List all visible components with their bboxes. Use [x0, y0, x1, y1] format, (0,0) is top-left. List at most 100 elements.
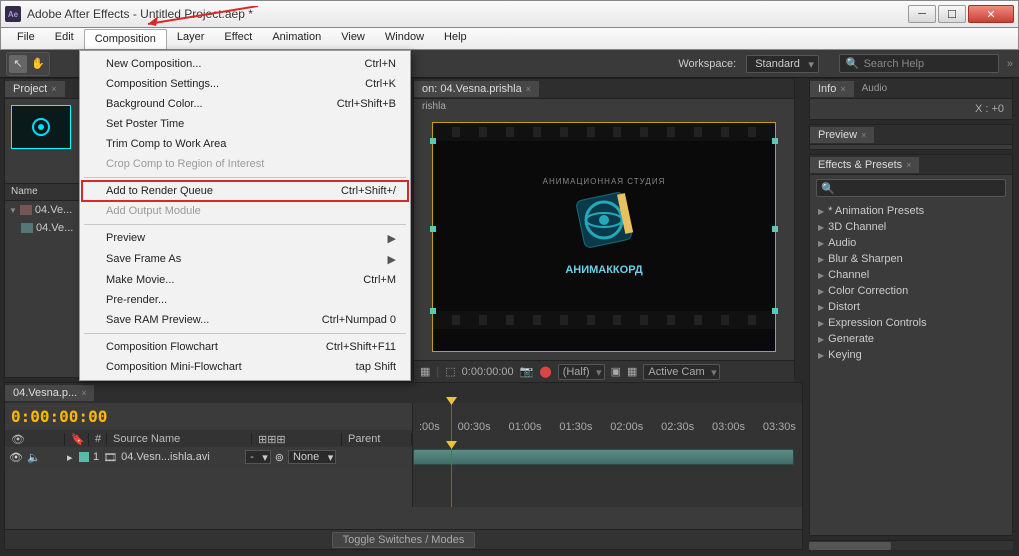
toggle-switches-button[interactable]: Toggle Switches / Modes — [332, 532, 476, 548]
menu-edit[interactable]: Edit — [45, 28, 84, 49]
project-tab[interactable]: Project × — [5, 81, 65, 97]
playhead-line[interactable] — [451, 447, 452, 507]
label-swatch[interactable] — [79, 452, 89, 462]
camera-dropdown[interactable]: Active Cam — [643, 364, 719, 380]
close-icon[interactable]: × — [840, 84, 845, 94]
close-icon[interactable]: × — [51, 84, 56, 94]
effects-category[interactable]: ▶3D Channel — [810, 219, 1012, 235]
composition-viewer[interactable]: АНИМАЦИОННАЯ СТУДИЯ АНИМАККОРД — [432, 122, 776, 352]
menu-layer[interactable]: Layer — [167, 28, 215, 49]
menu-item-composition-mini-flowchart[interactable]: Composition Mini-Flowcharttap Shift — [82, 357, 408, 377]
effects-category[interactable]: ▶* Animation Presets — [810, 203, 1012, 219]
info-tab-label: Info — [818, 83, 836, 95]
effects-category[interactable]: ▶Audio — [810, 235, 1012, 251]
menu-file[interactable]: File — [7, 28, 45, 49]
menu-item-composition-flowchart[interactable]: Composition FlowchartCtrl+Shift+F11 — [82, 337, 408, 357]
mode-dropdown[interactable]: - — [245, 450, 271, 464]
effects-search-input[interactable]: 🔍 — [816, 179, 1006, 197]
effects-category[interactable]: ▶Color Correction — [810, 283, 1012, 299]
ruler-tick: 02:00s — [610, 421, 643, 433]
project-column-header[interactable]: Name — [5, 183, 79, 201]
timeline-tab[interactable]: 04.Vesna.p...× — [5, 385, 94, 401]
menu-window[interactable]: Window — [375, 28, 434, 49]
menu-item-preview[interactable]: Preview▶ — [82, 228, 408, 249]
composition-tab[interactable]: on: 04.Vesna.prishla × — [414, 81, 539, 97]
effects-category[interactable]: ▶Blur & Sharpen — [810, 251, 1012, 267]
close-icon[interactable]: × — [906, 160, 911, 170]
playhead[interactable] — [451, 403, 452, 447]
preview-tab-label: Preview — [818, 129, 857, 141]
time-ruler[interactable]: :00s00:30s01:00s01:30s02:00s02:30s03:00s… — [413, 403, 802, 447]
snapshot-icon[interactable]: 📷 — [520, 365, 534, 378]
menu-view[interactable]: View — [331, 28, 375, 49]
close-icon[interactable]: × — [861, 130, 866, 140]
menu-item-trim-comp-to-work-area[interactable]: Trim Comp to Work Area — [82, 134, 408, 154]
menu-item-save-ram-preview[interactable]: Save RAM Preview...Ctrl+Numpad 0 — [82, 310, 408, 330]
info-tab[interactable]: Info × — [810, 81, 854, 97]
chevron-right-icon: ▶ — [818, 239, 824, 248]
project-thumbnail[interactable] — [11, 105, 71, 149]
menu-item-save-frame-as[interactable]: Save Frame As▶ — [82, 249, 408, 270]
minimize-button[interactable]: ─ — [908, 5, 936, 23]
close-icon[interactable]: × — [81, 388, 86, 398]
search-icon: 🔍 — [846, 57, 860, 70]
menu-item-set-poster-time[interactable]: Set Poster Time — [82, 114, 408, 134]
pickwhip-icon[interactable]: ⊚ — [275, 451, 284, 464]
av-column: 👁 — [5, 433, 65, 446]
menu-help[interactable]: Help — [434, 28, 477, 49]
project-item[interactable]: ▼ 04.Ve... — [5, 201, 79, 219]
layer-row[interactable]: 👁 🔈 ▸ 1 🎞 04.Vesn...ishla.avi - ⊚ None — [5, 447, 412, 467]
filmstrip-top — [433, 123, 775, 141]
right-scrollbar[interactable] — [809, 540, 1013, 550]
menu-item-make-movie[interactable]: Make Movie...Ctrl+M — [82, 270, 408, 290]
hand-tool-icon[interactable]: ✋ — [29, 55, 47, 73]
preview-panel: Preview × — [809, 124, 1013, 150]
toolbar-overflow-icon[interactable]: » — [1007, 58, 1013, 70]
composition-breadcrumb[interactable]: rishla — [414, 99, 794, 114]
channels-icon[interactable]: ⬤ — [539, 365, 551, 378]
folder-icon — [20, 205, 32, 215]
effects-tab[interactable]: Effects & Presets× — [810, 157, 919, 173]
menu-item-add-to-render-queue[interactable]: Add to Render QueueCtrl+Shift+/ — [82, 181, 408, 201]
menu-item-new-composition[interactable]: New Composition...Ctrl+N — [82, 54, 408, 74]
search-help-input[interactable]: 🔍 Search Help — [839, 54, 999, 73]
speaker-icon[interactable]: 🔈 — [27, 451, 41, 464]
timecode-display[interactable]: 0:00:00:00 — [462, 366, 514, 378]
menu-item-pre-render[interactable]: Pre-render... — [82, 290, 408, 310]
menu-item-composition-settings[interactable]: Composition Settings...Ctrl+K — [82, 74, 408, 94]
source-name-column[interactable]: Source Name — [107, 433, 252, 445]
close-icon[interactable]: × — [526, 84, 531, 94]
region-icon[interactable]: ▣ — [611, 365, 621, 378]
effects-category[interactable]: ▶Keying — [810, 347, 1012, 363]
effects-category[interactable]: ▶Generate — [810, 331, 1012, 347]
transparency-icon[interactable]: ▦ — [627, 365, 637, 378]
effects-category[interactable]: ▶Channel — [810, 267, 1012, 283]
mask-icon[interactable]: ⬚ — [445, 365, 455, 378]
menu-item-background-color[interactable]: Background Color...Ctrl+Shift+B — [82, 94, 408, 114]
workspace-dropdown[interactable]: Standard — [746, 55, 819, 73]
logo-text-bottom: АНИМАККОРД — [565, 264, 642, 276]
preview-tab[interactable]: Preview × — [810, 127, 874, 143]
menu-separator — [84, 224, 406, 225]
timeline-tracks[interactable] — [413, 447, 802, 507]
timeline-timecode[interactable]: 0:00:00:00 — [5, 403, 412, 430]
maximize-button[interactable]: ☐ — [938, 5, 966, 23]
resolution-dropdown[interactable]: (Half) — [558, 364, 605, 380]
menu-effect[interactable]: Effect — [214, 28, 262, 49]
audio-tab[interactable]: Audio — [854, 81, 896, 96]
selection-tool-icon[interactable]: ↖ — [9, 55, 27, 73]
menu-composition[interactable]: Composition — [84, 29, 167, 49]
effects-category[interactable]: ▶Distort — [810, 299, 1012, 315]
layer-index: 1 — [93, 451, 99, 463]
eye-icon[interactable]: 👁 — [9, 451, 23, 464]
project-item[interactable]: 04.Ve... — [5, 219, 79, 237]
layer-duration-bar[interactable] — [413, 449, 794, 465]
parent-column[interactable]: Parent — [342, 433, 412, 445]
file-icon: 🎞 — [103, 451, 117, 464]
effects-category[interactable]: ▶Expression Controls — [810, 315, 1012, 331]
close-button[interactable]: ✕ — [968, 5, 1014, 23]
timeline-footer: Toggle Switches / Modes — [5, 529, 802, 549]
parent-dropdown[interactable]: None — [288, 450, 336, 464]
menu-animation[interactable]: Animation — [262, 28, 331, 49]
grid-icon[interactable]: ▦ — [420, 365, 430, 378]
